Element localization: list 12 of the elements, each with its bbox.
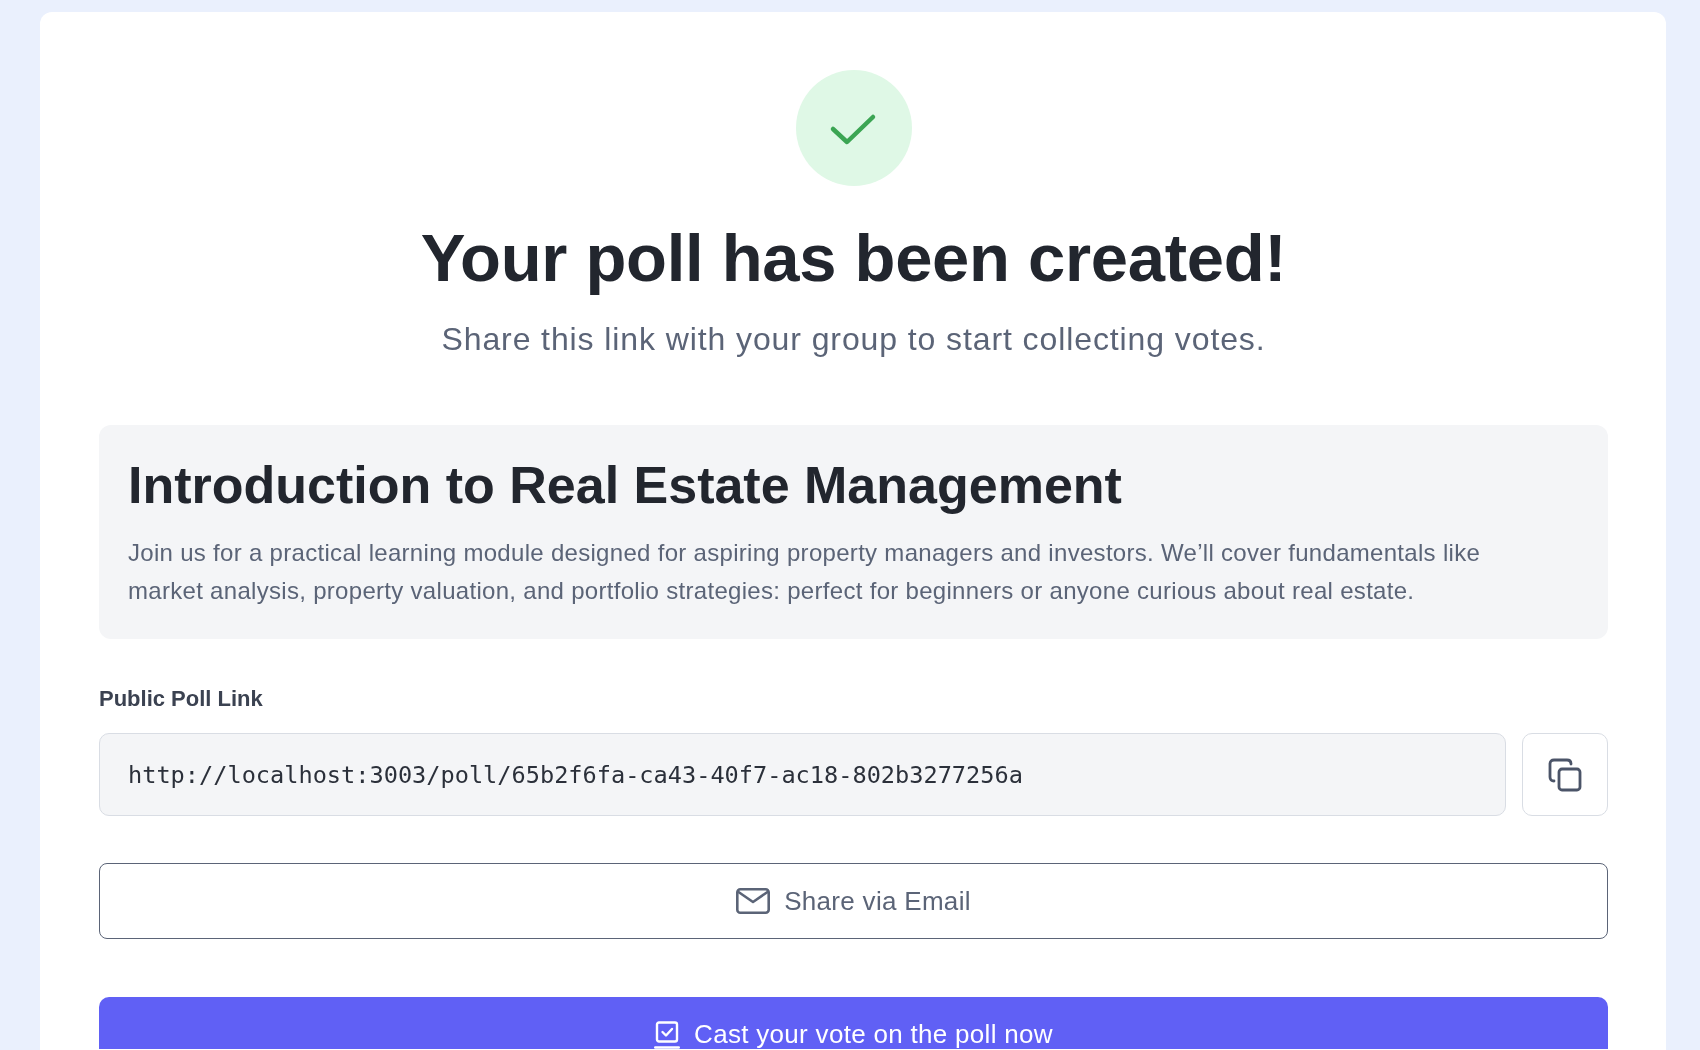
page-title: Your poll has been created!	[419, 219, 1288, 297]
share-email-button[interactable]: Share via Email	[99, 863, 1608, 939]
copy-button[interactable]	[1522, 733, 1608, 816]
poll-title: Introduction to Real Estate Management	[128, 455, 1123, 515]
field-label: Public Poll Link	[99, 685, 263, 713]
page-subtitle: Share this link with your group to start collecting votes.	[440, 320, 1267, 359]
checkmark-icon	[795, 70, 912, 186]
mail-icon	[736, 888, 771, 914]
poll-description: Join us for a practical learning module designed for aspiring property managers and investors. We’ll cover fundamentals like market analysis, property valuation, and portfolio strategies: perfect for beginners or anyone curious about real estate.	[128, 538, 1482, 606]
link-field[interactable]: http://localhost:3003/poll/65b2f6fa-ca43-40f7-ac18-802b3277256a	[99, 733, 1506, 816]
copy-icon	[1548, 757, 1582, 792]
vote-button[interactable]: Cast your vote on the poll now	[99, 997, 1608, 1049]
